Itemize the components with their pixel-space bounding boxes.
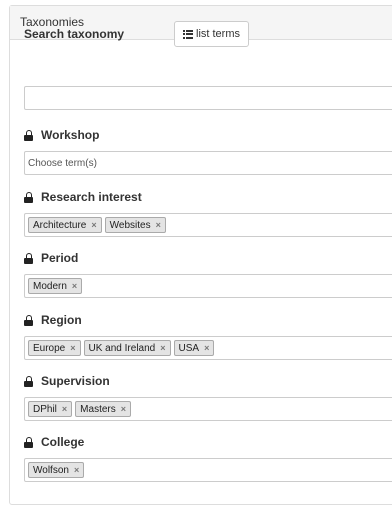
tag-label: Wolfson	[33, 464, 69, 476]
tag-remove-icon[interactable]: ×	[160, 343, 165, 353]
tag-remove-icon[interactable]: ×	[121, 404, 126, 414]
tag: Masters ×	[75, 401, 131, 417]
tag-remove-icon[interactable]: ×	[204, 343, 209, 353]
lock-icon	[24, 252, 33, 264]
period-select[interactable]: Modern ×	[24, 274, 392, 298]
tag-label: DPhil	[33, 403, 57, 415]
list-terms-label: list terms	[196, 28, 240, 40]
tag: Wolfson ×	[28, 462, 85, 478]
workshop-select[interactable]: Choose term(s)	[24, 151, 392, 175]
field-period: Period Modern ×	[24, 249, 392, 298]
tag-label: USA	[178, 342, 200, 354]
tag-label: Architecture	[33, 219, 87, 231]
tag-label: UK and Ireland	[88, 342, 156, 354]
field-label-research-interest: Research interest	[41, 190, 142, 204]
tag-label: Modern	[33, 280, 67, 292]
search-taxonomy-label: Search taxonomy	[24, 27, 125, 41]
taxonomies-panel: Taxonomies Search taxonomy list terms Wo…	[9, 5, 392, 505]
list-terms-button[interactable]: list terms	[174, 21, 249, 47]
tag: UK and Ireland ×	[83, 340, 171, 356]
field-label-college: College	[41, 435, 85, 449]
region-select[interactable]: Europe × UK and Ireland × USA ×	[24, 336, 392, 360]
search-taxonomy-input[interactable]	[24, 86, 392, 110]
field-label-supervision: Supervision	[41, 374, 110, 388]
field-label-workshop: Workshop	[41, 128, 100, 142]
tag-label: Europe	[33, 342, 66, 354]
tag-remove-icon[interactable]: ×	[72, 281, 77, 291]
tag: Europe ×	[28, 340, 81, 356]
lock-icon	[24, 129, 33, 141]
tag-label: Websites	[109, 219, 151, 231]
tag-remove-icon[interactable]: ×	[156, 220, 161, 230]
field-supervision: Supervision DPhil × Masters ×	[24, 372, 392, 421]
field-research-interest: Research interest Architecture × Websites…	[24, 188, 392, 237]
research-interest-select[interactable]: Architecture × Websites ×	[24, 213, 392, 237]
lock-icon	[24, 375, 33, 387]
list-icon	[183, 29, 193, 39]
tag: Architecture ×	[28, 217, 102, 233]
tag: Modern ×	[28, 278, 83, 294]
tag: Websites ×	[104, 217, 166, 233]
tag-remove-icon[interactable]: ×	[74, 465, 79, 475]
tag-remove-icon[interactable]: ×	[91, 220, 96, 230]
field-college: College Wolfson ×	[24, 433, 392, 482]
field-region: Region Europe × UK and Ireland × USA ×	[24, 311, 392, 360]
college-select[interactable]: Wolfson ×	[24, 458, 392, 482]
tag: USA ×	[173, 340, 215, 356]
supervision-select[interactable]: DPhil × Masters ×	[24, 397, 392, 421]
tag-label: Masters	[80, 403, 116, 415]
lock-icon	[24, 191, 33, 203]
field-label-region: Region	[41, 313, 82, 327]
field-workshop: Workshop Choose term(s)	[24, 126, 392, 175]
lock-icon	[24, 314, 33, 326]
field-label-period: Period	[41, 251, 79, 265]
tag: DPhil ×	[28, 401, 73, 417]
tag-remove-icon[interactable]: ×	[62, 404, 67, 414]
search-row: Search taxonomy list terms	[24, 21, 392, 47]
tag-remove-icon[interactable]: ×	[70, 343, 75, 353]
lock-icon	[24, 436, 33, 448]
workshop-placeholder: Choose term(s)	[28, 157, 97, 169]
